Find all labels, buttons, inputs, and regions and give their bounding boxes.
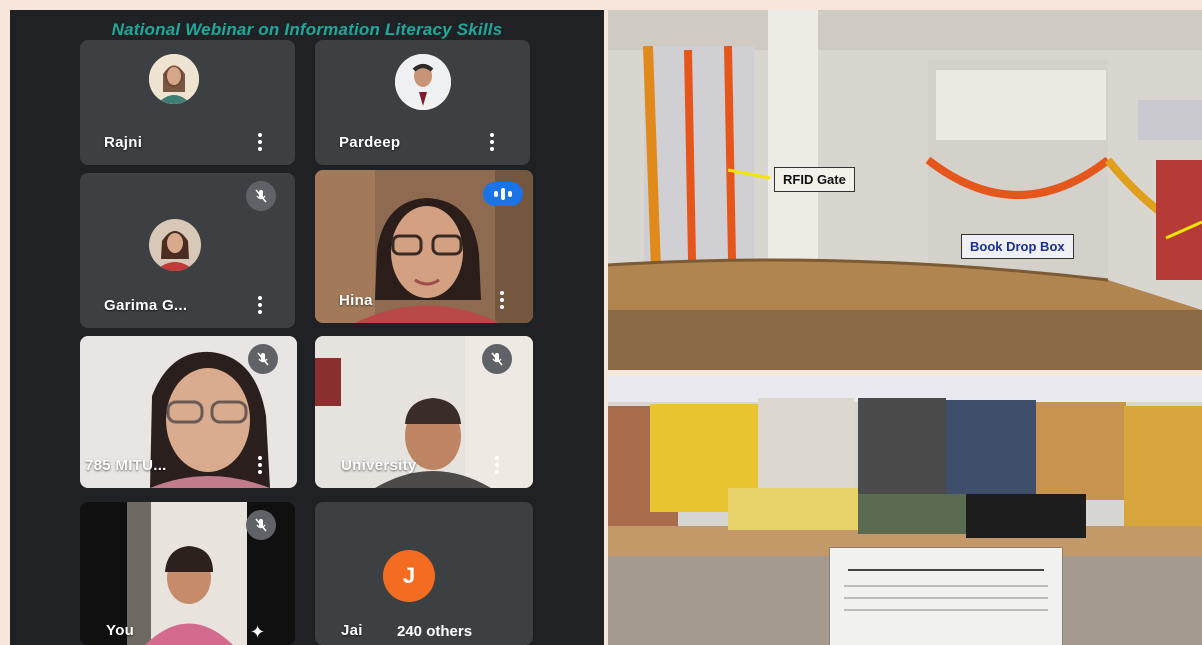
participant-name: Pardeep — [339, 134, 401, 151]
avatar — [149, 54, 199, 104]
video-call-grid: National Webinar on Information Literacy… — [10, 10, 604, 645]
participant-tile-785-mitu[interactable]: 785 MITU... — [80, 336, 297, 488]
avatar — [149, 219, 201, 271]
participant-name: Garima G... — [104, 297, 188, 314]
participant-tile-pardeep[interactable]: Pardeep — [315, 40, 530, 165]
webinar-title: National Webinar on Information Literacy… — [111, 20, 503, 39]
more-options-icon[interactable] — [495, 456, 499, 474]
mic-off-icon — [246, 510, 276, 540]
participant-name: University — [341, 457, 417, 474]
avatar: J — [383, 550, 435, 602]
mic-off-icon — [248, 344, 278, 374]
participant-name: Jai — [341, 622, 363, 639]
effects-sparkle-icon[interactable]: ✦ — [250, 622, 265, 643]
participant-name: Hina — [339, 292, 373, 309]
mic-off-icon — [246, 181, 276, 211]
more-options-icon[interactable] — [258, 133, 262, 151]
avatar-letter: J — [402, 563, 416, 588]
mic-off-icon — [482, 344, 512, 374]
more-options-icon[interactable] — [500, 291, 504, 309]
participant-tile-rajni[interactable]: Rajni — [80, 40, 295, 165]
library-entrance-image — [608, 10, 1202, 370]
speaking-indicator-icon — [483, 182, 523, 206]
more-options-icon[interactable] — [258, 296, 262, 314]
more-options-icon[interactable] — [258, 456, 262, 474]
rfid-gate-label: RFID Gate — [774, 167, 855, 192]
participant-name: Rajni — [104, 134, 143, 151]
more-options-icon[interactable] — [490, 133, 494, 151]
others-count[interactable]: 240 others — [389, 621, 481, 642]
participant-tile-garima[interactable]: Garima G... — [80, 173, 295, 328]
participant-tile-you[interactable]: You ✦ — [80, 502, 295, 645]
participant-tile-hina[interactable]: Hina — [315, 170, 533, 323]
participant-tile-others[interactable]: J Jai 240 others — [315, 502, 533, 645]
avatar — [395, 54, 451, 110]
library-entrance-photo: RFID Gate Book Drop Box — [608, 10, 1202, 370]
participant-name: You — [106, 622, 135, 639]
participant-tile-university[interactable]: University — [315, 336, 533, 488]
participant-name: 785 MITU... — [85, 457, 167, 474]
self-video — [127, 502, 247, 645]
book-display-image — [608, 376, 1202, 645]
book-display-photo — [608, 376, 1202, 645]
book-drop-box-label: Book Drop Box — [961, 234, 1074, 259]
